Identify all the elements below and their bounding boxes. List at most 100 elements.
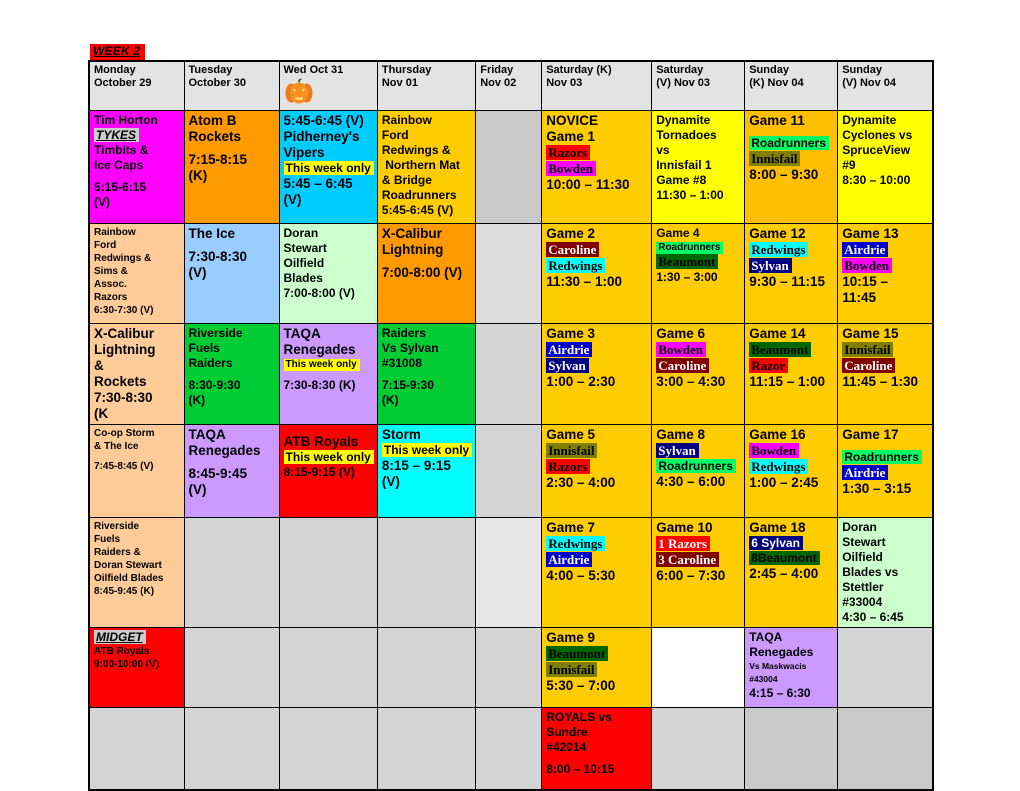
schedule-cell[interactable]: Co-op Storm & The Ice 7:45-8:45 (V) (88, 424, 185, 518)
schedule-cell[interactable]: Storm This week only 8:15 – 9:15 (V) (376, 424, 477, 518)
schedule-cell[interactable] (183, 627, 280, 708)
schedule-cell[interactable] (651, 627, 746, 708)
cell-line: Razors (546, 145, 648, 161)
schedule-cell[interactable]: Game 18 6 Sylvan 8Beaumont 2:45 – 4:00 (744, 517, 839, 628)
schedule-cell[interactable] (475, 223, 543, 324)
schedule-cell[interactable] (837, 627, 934, 708)
schedule-cell[interactable] (183, 517, 280, 628)
schedule-cell[interactable]: Doran Stewart Oilfield Blades vs Stettler #33… (837, 517, 934, 628)
cell-line: ATB Royals (94, 645, 181, 658)
cell-text: X-Calibur (94, 326, 155, 341)
cell-line: Roadrunners (749, 136, 834, 151)
cell-content: MIDGET ATB Royals 9:00-10:00 (V) (94, 630, 181, 671)
cell-text: Innisfail 1 (656, 158, 712, 172)
schedule-cell[interactable]: TAQA Renegades Vs Maskwacis #43004 4:15 – 6:… (744, 627, 839, 708)
schedule-cell[interactable] (183, 707, 280, 791)
cell-line: Game 6 (656, 326, 741, 342)
schedule-cell[interactable]: Game 9 Beaumont Innisfail 5:30 – 7:00 (541, 627, 653, 708)
schedule-cell[interactable]: Dynamite Cyclones vs SpruceView #9 8:30 – 10… (837, 110, 934, 224)
cell-text: 7:30-8:30 (188, 249, 248, 264)
schedule-cell[interactable]: Rainbow Ford Redwings & Northern Mat & Brid… (376, 110, 477, 224)
cell-text: Game 17 (842, 427, 899, 442)
cell-line: 7:00-8:00 (V) (382, 265, 472, 281)
team-chip: Airdrie (546, 552, 593, 567)
cell-line: vs (656, 143, 741, 158)
schedule-cell[interactable]: Game 10 1 Razors 3 Caroline 6:00 – 7:30 (651, 517, 746, 628)
schedule-cell[interactable] (475, 110, 543, 224)
schedule-cell[interactable] (376, 627, 477, 708)
schedule-cell[interactable]: Game 8 Sylvan Roadrunners 4:30 – 6:00 (651, 424, 746, 518)
cell-line: 4:15 – 6:30 (749, 686, 834, 701)
column-header-date: October 29 (94, 77, 152, 89)
schedule-cell[interactable]: NOVICE Game 1 Razors Bowden 10:00 – 11:30 (541, 110, 653, 224)
schedule-cell[interactable] (475, 323, 543, 425)
schedule-cell[interactable] (376, 517, 477, 628)
cell-line: 7:30-8:30 (189, 249, 276, 265)
cell-text: Riverside (188, 326, 243, 340)
team-chip: Bowden (656, 342, 707, 357)
schedule-cell[interactable] (475, 424, 543, 518)
schedule-cell[interactable]: Game 14 Beaumont Razor 11:15 – 1:00 (744, 323, 839, 425)
schedule-cell[interactable]: Game 7 Redwings Airdrie 4:00 – 5:30 (541, 517, 653, 628)
schedule-cell[interactable]: MIDGET ATB Royals 9:00-10:00 (V) (88, 627, 185, 708)
schedule-cell[interactable]: Game 2 Caroline Redwings 11:30 – 1:00 (541, 223, 653, 324)
schedule-cell[interactable] (475, 707, 543, 791)
schedule-cell[interactable]: Rainbow Ford Redwings & Sims & Assoc. Razors 6… (88, 223, 185, 324)
cell-line: Dynamite (842, 113, 929, 128)
schedule-cell[interactable]: Game 3 Airdrie Sylvan 1:00 – 2:30 (541, 323, 653, 425)
cell-line: (K) (382, 393, 472, 408)
column-header-day: Sunday (749, 64, 789, 76)
schedule-cell[interactable]: The Ice 7:30-8:30 (V) (183, 223, 280, 324)
schedule-cell[interactable]: Game 12 Redwings Sylvan 9:30 – 11:15 (744, 223, 839, 324)
schedule-cell[interactable]: X-Calibur Lightning 7:00-8:00 (V) (376, 223, 477, 324)
schedule-cell[interactable]: Game 17 Roadrunners Airdrie 1:30 – 3:15 (837, 424, 934, 518)
schedule-cell[interactable]: Game 15 Innisfail Caroline 11:45 – 1:30 (837, 323, 934, 425)
team-chip: Redwings (749, 242, 809, 257)
schedule-cell[interactable] (88, 707, 185, 791)
cell-line: Doran (842, 520, 929, 535)
schedule-cell[interactable]: Game 16 Bowden Redwings 1:00 – 2:45 (744, 424, 839, 518)
cell-text: Pidherney's (283, 129, 360, 144)
cell-line: 11:15 – 1:00 (749, 374, 834, 390)
schedule-cell[interactable] (278, 707, 378, 791)
team-chip: Razor (749, 358, 789, 373)
schedule-cell[interactable]: TAQA Renegades This week only 7:30-8:30 (K) (278, 323, 378, 425)
schedule-cell[interactable]: Game 13 Airdrie Bowden 10:15 –11:45 (837, 223, 934, 324)
schedule-cell[interactable]: Riverside Fuels Raiders & Doran Stewart Oilf… (88, 517, 185, 628)
schedule-cell[interactable]: Tim Horton TYKES Timbits & Ice Caps 5:15-6:1… (88, 110, 185, 224)
schedule-cell[interactable]: Dynamite Tornadoes vs Innisfail 1 Game #8 11:… (651, 110, 746, 224)
schedule-cell[interactable] (475, 627, 543, 708)
schedule-cell[interactable]: X-Calibur Lightning & Rockets 7:30-8:30 (K (88, 323, 185, 425)
cell-line: Redwings (546, 536, 648, 552)
cell-text: & Bridge (381, 173, 432, 187)
schedule-cell[interactable]: 5:45-6:45 (V) Pidherney's Vipers This week … (278, 110, 378, 224)
team-chip: Caroline (842, 358, 896, 373)
schedule-cell[interactable] (837, 707, 934, 791)
cell-text: (K) (188, 393, 206, 407)
schedule-cell[interactable] (278, 517, 378, 628)
table-row: X-Calibur Lightning & Rockets 7:30-8:30 (K Riv… (88, 323, 934, 425)
schedule-cell[interactable] (744, 707, 839, 791)
schedule-cell[interactable]: TAQA Renegades 8:45-9:45 (V) (183, 424, 280, 518)
schedule-cell[interactable]: ROYALS vs Sundre #42014 8:00 – 10:15 (541, 707, 653, 791)
schedule-cell[interactable]: Atom B Rockets 7:15-8:15 (K) (183, 110, 280, 224)
schedule-cell[interactable]: Game 6 Bowden Caroline 3:00 – 4:30 (651, 323, 746, 425)
schedule-cell[interactable]: Game 11 Roadrunners Innisfail 8:00 – 9:30 (744, 110, 839, 224)
cell-line: Game 9 (546, 630, 648, 646)
cell-content: Game 14 Beaumont Razor 11:15 – 1:00 (749, 326, 834, 390)
schedule-cell[interactable]: Doran Stewart Oilfield Blades 7:00-8:00 (V) (278, 223, 378, 324)
cell-line: Sundre (546, 725, 648, 740)
schedule-cell[interactable] (475, 517, 543, 628)
cell-text: Redwings & (94, 253, 152, 264)
schedule-cell[interactable]: Riverside Fuels Raiders 8:30-9:30 (K) (183, 323, 280, 425)
schedule-cell[interactable]: Game 4 Roadrunners Beaumont 1:30 – 3:00 (651, 223, 746, 324)
schedule-cell[interactable]: Game 5 Innisfail Razors 2:30 – 4:00 (541, 424, 653, 518)
schedule-cell[interactable]: Raiders Vs Sylvan #31008 7:15-9:30 (K) (376, 323, 477, 425)
schedule-cell[interactable]: ATB Royals This week only 8:15-9:15 (V) (278, 424, 378, 518)
schedule-cell[interactable] (278, 627, 378, 708)
schedule-cell[interactable] (376, 707, 477, 791)
cell-text: Sundre (546, 725, 588, 739)
schedule-cell[interactable] (651, 707, 746, 791)
cell-line: Game 12 (749, 226, 834, 242)
